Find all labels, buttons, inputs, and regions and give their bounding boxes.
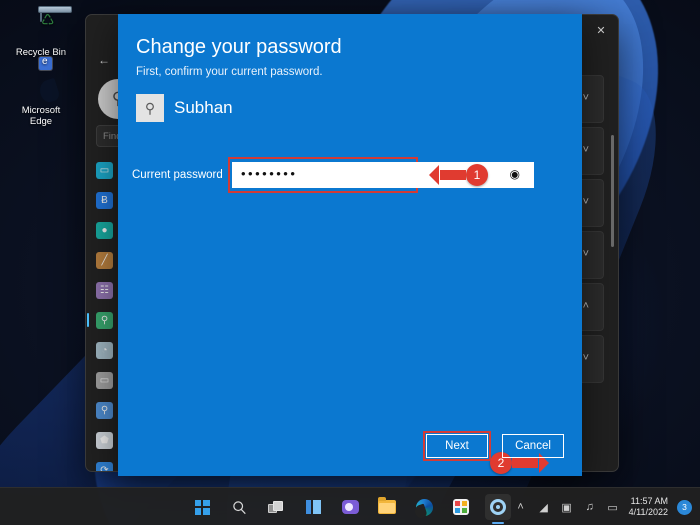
apps-icon: ☷ <box>96 281 113 299</box>
desktop-icon-label-line1: Microsoft <box>21 105 61 116</box>
taskbar-center-group <box>189 488 511 525</box>
system-tray: ˄ ◢ ▣ ♫ ▭ 11:57 AM 4/11/2022 3 <box>514 488 692 525</box>
settings-button[interactable] <box>485 494 511 524</box>
content-scrollbar[interactable] <box>611 135 614 247</box>
tray-overflow-icon[interactable]: ˄ <box>514 500 528 514</box>
windows-logo-icon <box>194 499 210 515</box>
clock[interactable]: 11:57 AM 4/11/2022 <box>629 496 668 518</box>
dialog-button-row: Next Cancel <box>423 431 564 461</box>
chevron-icon: ˅ <box>582 352 589 364</box>
current-password-row: Current password •••••••• ◉ <box>132 157 556 193</box>
notification-badge[interactable]: 3 <box>677 499 692 515</box>
current-password-input[interactable]: •••••••• <box>228 157 418 193</box>
chevron-icon: ˄ <box>582 300 589 312</box>
chevron-icon: ˅ <box>582 248 589 260</box>
next-button-label: Next <box>445 440 469 452</box>
callout-1: 1 <box>429 164 488 186</box>
start-button[interactable] <box>189 494 215 520</box>
system-icon: ▭ <box>96 161 113 179</box>
dialog-subtitle: First, confirm your current password. <box>136 66 323 78</box>
password-masked-value: •••••••• <box>241 166 298 181</box>
widgets-icon <box>305 500 321 514</box>
chevron-icon: ˅ <box>582 144 589 156</box>
time-language-icon: ◔ <box>96 341 113 359</box>
file-explorer-button[interactable] <box>374 494 400 520</box>
dialog-username: Subhan <box>174 98 233 117</box>
windows-update-icon: ⟳ <box>96 461 113 471</box>
search-button[interactable] <box>226 494 252 520</box>
change-password-dialog[interactable]: Change your password First, confirm your… <box>118 14 582 476</box>
search-icon <box>232 500 246 514</box>
avatar: ⚲ <box>136 94 164 122</box>
microsoft-edge-icon <box>24 56 61 105</box>
store-icon <box>453 499 469 515</box>
chevron-icon: ˅ <box>582 92 589 104</box>
clock-date: 4/11/2022 <box>628 507 668 517</box>
taskbar: ˄ ◢ ▣ ♫ ▭ 11:57 AM 4/11/2022 3 <box>0 487 700 525</box>
gear-icon <box>490 499 506 515</box>
microsoft-edge-icon <box>412 498 433 519</box>
dialog-user-row: ⚲ Subhan <box>136 94 233 122</box>
accessibility-icon: ⚲ <box>96 401 113 419</box>
chat-teams-button[interactable] <box>337 494 363 520</box>
onedrive-icon[interactable]: ◢ <box>537 500 551 514</box>
desktop-icon-label-line2: Edge <box>29 116 53 127</box>
desktop-icon-microsoft-edge[interactable]: Microsoft Edge <box>2 56 80 127</box>
chevron-icon: ˅ <box>582 196 589 208</box>
network-internet-icon: ● <box>96 221 113 239</box>
volume-icon[interactable]: ♫ <box>583 500 597 514</box>
microsoft-edge-button[interactable] <box>411 494 437 520</box>
recycle-bin-icon <box>24 9 58 44</box>
bluetooth-devices-icon: Ƀ <box>96 191 113 209</box>
battery-icon[interactable]: ▭ <box>606 500 620 514</box>
callout-arrow-right-icon <box>512 453 549 473</box>
eye-reveal-password-icon[interactable]: ◉ <box>510 167 520 181</box>
next-button[interactable]: Next <box>423 431 491 461</box>
chat-icon <box>341 500 359 514</box>
widgets-button[interactable] <box>300 494 326 520</box>
folder-icon <box>378 497 396 514</box>
microsoft-store-button[interactable] <box>448 494 474 520</box>
gaming-icon: ▭ <box>96 371 113 389</box>
network-icon[interactable]: ▣ <box>560 500 574 514</box>
cancel-button[interactable]: Cancel <box>502 434 564 458</box>
close-button[interactable]: ✕ <box>584 15 618 45</box>
privacy-security-icon: ⬟ <box>96 431 113 449</box>
personalization-icon: ╱ <box>96 251 113 269</box>
dialog-title: Change your password <box>136 36 342 58</box>
accounts-icon: ⚲ <box>96 311 113 329</box>
callout-arrow-left-icon <box>429 165 466 185</box>
desktop-icon-recycle-bin[interactable]: Recycle Bin <box>2 9 80 58</box>
current-password-label: Current password <box>132 169 223 181</box>
task-view-icon <box>268 500 284 514</box>
cancel-button-label: Cancel <box>515 440 551 452</box>
clock-time: 11:57 AM <box>630 496 668 506</box>
callout-number: 1 <box>466 164 488 186</box>
task-view-button[interactable] <box>263 494 289 520</box>
